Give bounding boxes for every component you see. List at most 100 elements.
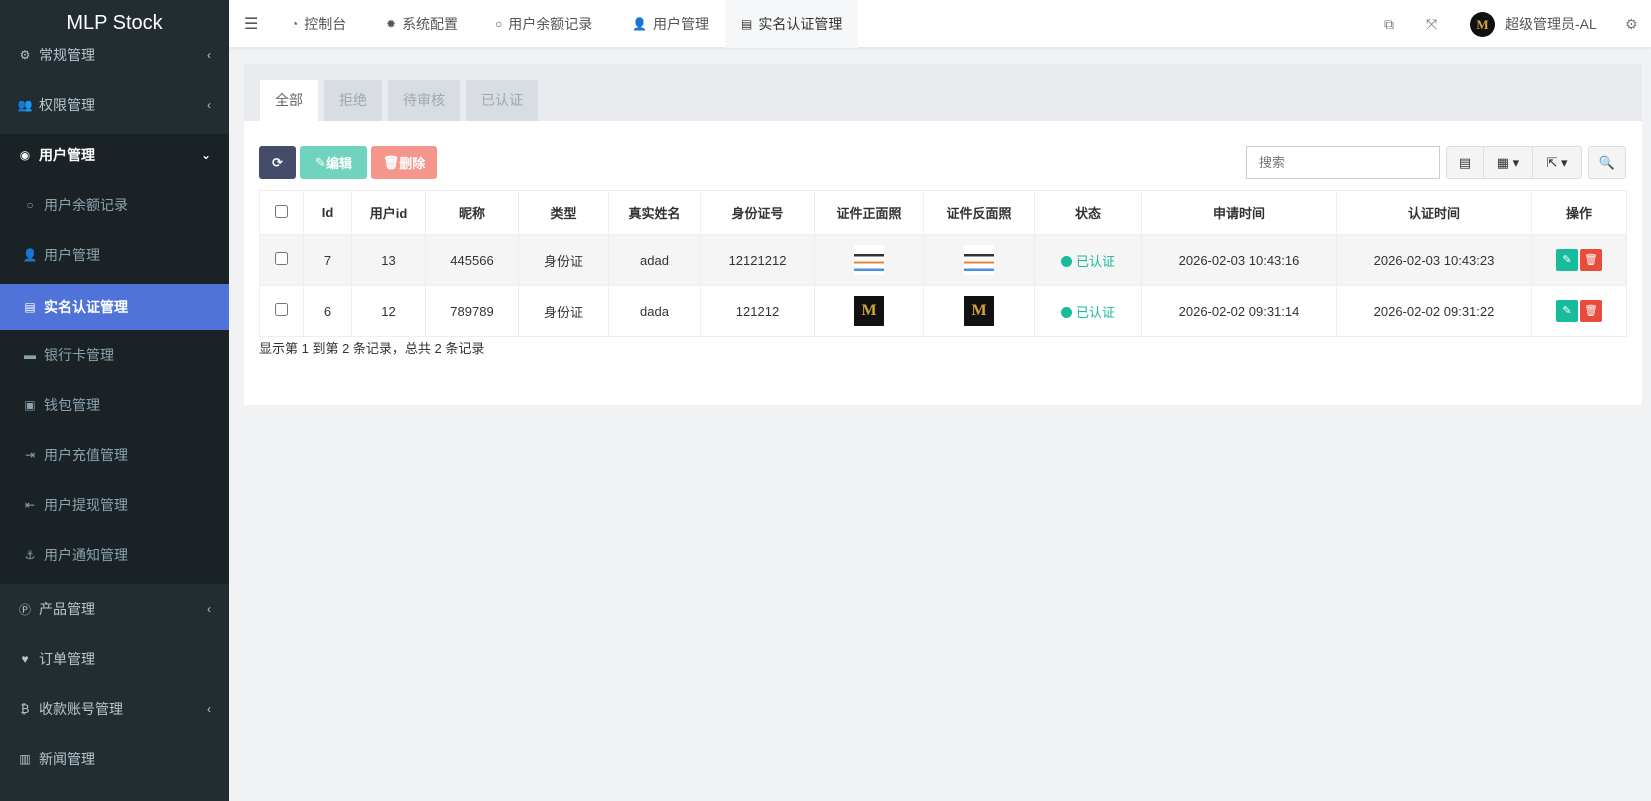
chevron-left-icon: ‹: [207, 98, 211, 112]
table-row[interactable]: 6 12 789789 身份证 dada 121212 M M 已认证 2026…: [260, 286, 1627, 337]
sidebar-item-label: 订单管理: [39, 649, 95, 669]
settings-icon[interactable]: ⚙: [1625, 0, 1638, 48]
cell-id: 7: [304, 235, 352, 286]
menu-toggle-icon[interactable]: ☰: [244, 0, 258, 48]
tab-system-config[interactable]: ✹系统配置: [386, 0, 458, 48]
tab-balance-records[interactable]: ○用户余额记录: [495, 0, 592, 48]
status-dot-icon: [1061, 256, 1072, 267]
col-header[interactable]: 昵称: [426, 191, 519, 235]
col-header[interactable]: 认证时间: [1337, 191, 1532, 235]
export-button[interactable]: ⇱ ▾: [1532, 146, 1582, 179]
sidebar-item[interactable]: ⚓用户通知管理: [0, 532, 229, 578]
col-header[interactable]: 身份证号: [701, 191, 815, 235]
col-header[interactable]: 申请时间: [1142, 191, 1337, 235]
delete-button[interactable]: 🗑删除: [371, 146, 437, 179]
circle-icon: ○: [495, 17, 502, 31]
user-name: 超级管理员-AL: [1505, 14, 1597, 34]
filter-tab-all[interactable]: 全部: [260, 80, 318, 121]
col-header[interactable]: 用户id: [352, 191, 426, 235]
filter-tab-verified[interactable]: 已认证: [466, 80, 538, 121]
select-all-cell: [260, 191, 304, 235]
sidebar-item[interactable]: ◉用户管理⌄: [0, 132, 229, 178]
col-header[interactable]: 证件正面照: [815, 191, 924, 235]
export-icon: ⇱ ▾: [1546, 155, 1567, 171]
sign-out-icon: ⇤: [22, 498, 38, 512]
sidebar-item[interactable]: ▥新闻管理: [0, 736, 229, 782]
sidebar-item-label: 钱包管理: [44, 395, 100, 415]
sidebar-item[interactable]: ⚙常规管理‹: [0, 32, 229, 78]
tab-real-name-auth[interactable]: ▤实名认证管理: [725, 0, 858, 48]
row-delete-button[interactable]: 🗑: [1580, 249, 1602, 271]
search-input[interactable]: [1246, 146, 1440, 179]
sidebar-item[interactable]: 👥权限管理‹: [0, 82, 229, 128]
col-header[interactable]: 状态: [1035, 191, 1142, 235]
pencil-icon: ✎: [315, 155, 326, 171]
id-photo-thumbnail[interactable]: M: [854, 296, 884, 326]
user-menu[interactable]: M 超级管理员-AL: [1470, 0, 1597, 48]
sidebar-item[interactable]: ₿收款账号管理‹: [0, 686, 229, 732]
row-delete-button[interactable]: 🗑: [1580, 300, 1602, 322]
user-icon: 👤: [22, 248, 38, 262]
edit-button[interactable]: ✎编辑: [300, 146, 367, 179]
status-dot-icon: [1061, 307, 1072, 318]
filter-tab-rejected[interactable]: 拒绝: [324, 80, 382, 121]
sidebar-item[interactable]: ⇥ 用户充值管理: [0, 432, 229, 478]
heartbeat-icon: ♥: [17, 652, 33, 666]
cell-id-number: 12121212: [701, 235, 815, 286]
sidebar-item[interactable]: Ⓟ产品管理‹: [0, 586, 229, 632]
sidebar-item[interactable]: ♥ 订单管理: [0, 636, 229, 682]
cell-id: 6: [304, 286, 352, 337]
tab-dashboard[interactable]: ◔控制台: [291, 0, 346, 48]
sidebar-item[interactable]: ▬银行卡管理: [0, 332, 229, 378]
sidebar-item-label: 用户充值管理: [44, 445, 128, 465]
translate-icon[interactable]: ⧉: [1384, 0, 1394, 48]
refresh-button[interactable]: ⟳: [259, 146, 296, 179]
advanced-search-button[interactable]: 🔍: [1588, 146, 1626, 179]
search-icon: 🔍: [1599, 155, 1615, 171]
chevron-left-icon: ‹: [207, 702, 211, 716]
tab-label: 控制台: [304, 14, 346, 34]
tab-label: 系统配置: [402, 14, 458, 34]
sidebar-item[interactable]: 👤用户管理: [0, 232, 229, 278]
cell-back-photo: [924, 235, 1035, 286]
circle-icon: ○: [22, 198, 38, 212]
row-checkbox[interactable]: [275, 252, 288, 265]
users-icon: 👥: [17, 98, 33, 112]
columns-button[interactable]: ▦ ▾: [1483, 146, 1533, 179]
col-header[interactable]: Id: [304, 191, 352, 235]
fullscreen-icon[interactable]: ⤧: [1426, 0, 1437, 48]
id-photo-thumbnail[interactable]: [964, 245, 994, 275]
top-navbar: ☰ ◔控制台 ✹系统配置 ○用户余额记录 👤用户管理 ▤实名认证管理 ⧉ ⤧ M…: [229, 0, 1651, 48]
product-icon: Ⓟ: [17, 601, 33, 618]
sidebar-item[interactable]: ⇤用户提现管理: [0, 482, 229, 528]
sidebar-item[interactable]: ▣钱包管理: [0, 382, 229, 428]
cell-verify-time: 2026-02-03 10:43:23: [1337, 235, 1532, 286]
select-all-checkbox[interactable]: [275, 205, 288, 218]
avatar: M: [1470, 12, 1495, 37]
row-edit-button[interactable]: ✎: [1556, 300, 1578, 322]
toggle-view-button[interactable]: ▤: [1446, 146, 1484, 179]
sidebar-item[interactable]: ▤实名认证管理: [0, 284, 229, 330]
cell-type: 身份证: [519, 235, 609, 286]
col-header[interactable]: 真实姓名: [609, 191, 701, 235]
sidebar-item-label: 产品管理: [39, 599, 95, 619]
cogs-icon: ⚙: [17, 48, 33, 62]
tab-user-management[interactable]: 👤用户管理: [632, 0, 709, 48]
filter-tab-pending[interactable]: 待审核: [388, 80, 460, 121]
row-checkbox[interactable]: [275, 303, 288, 316]
credit-card-icon: ▬: [22, 348, 38, 362]
sign-in-icon: ⇥: [22, 448, 38, 462]
id-card-icon: ▤: [741, 17, 752, 31]
id-photo-thumbnail[interactable]: M: [964, 296, 994, 326]
cell-real-name: adad: [609, 235, 701, 286]
edit-label: 编辑: [326, 153, 352, 172]
col-header[interactable]: 证件反面照: [924, 191, 1035, 235]
id-photo-thumbnail[interactable]: [854, 245, 884, 275]
sidebar-item[interactable]: ○用户余额记录: [0, 182, 229, 228]
chevron-left-icon: ‹: [207, 48, 211, 62]
row-edit-button[interactable]: ✎: [1556, 249, 1578, 271]
col-header: 操作: [1532, 191, 1627, 235]
cell-user-id: 12: [352, 286, 426, 337]
col-header[interactable]: 类型: [519, 191, 609, 235]
table-row[interactable]: 7 13 445566 身份证 adad 12121212 已认证 2026-0…: [260, 235, 1627, 286]
